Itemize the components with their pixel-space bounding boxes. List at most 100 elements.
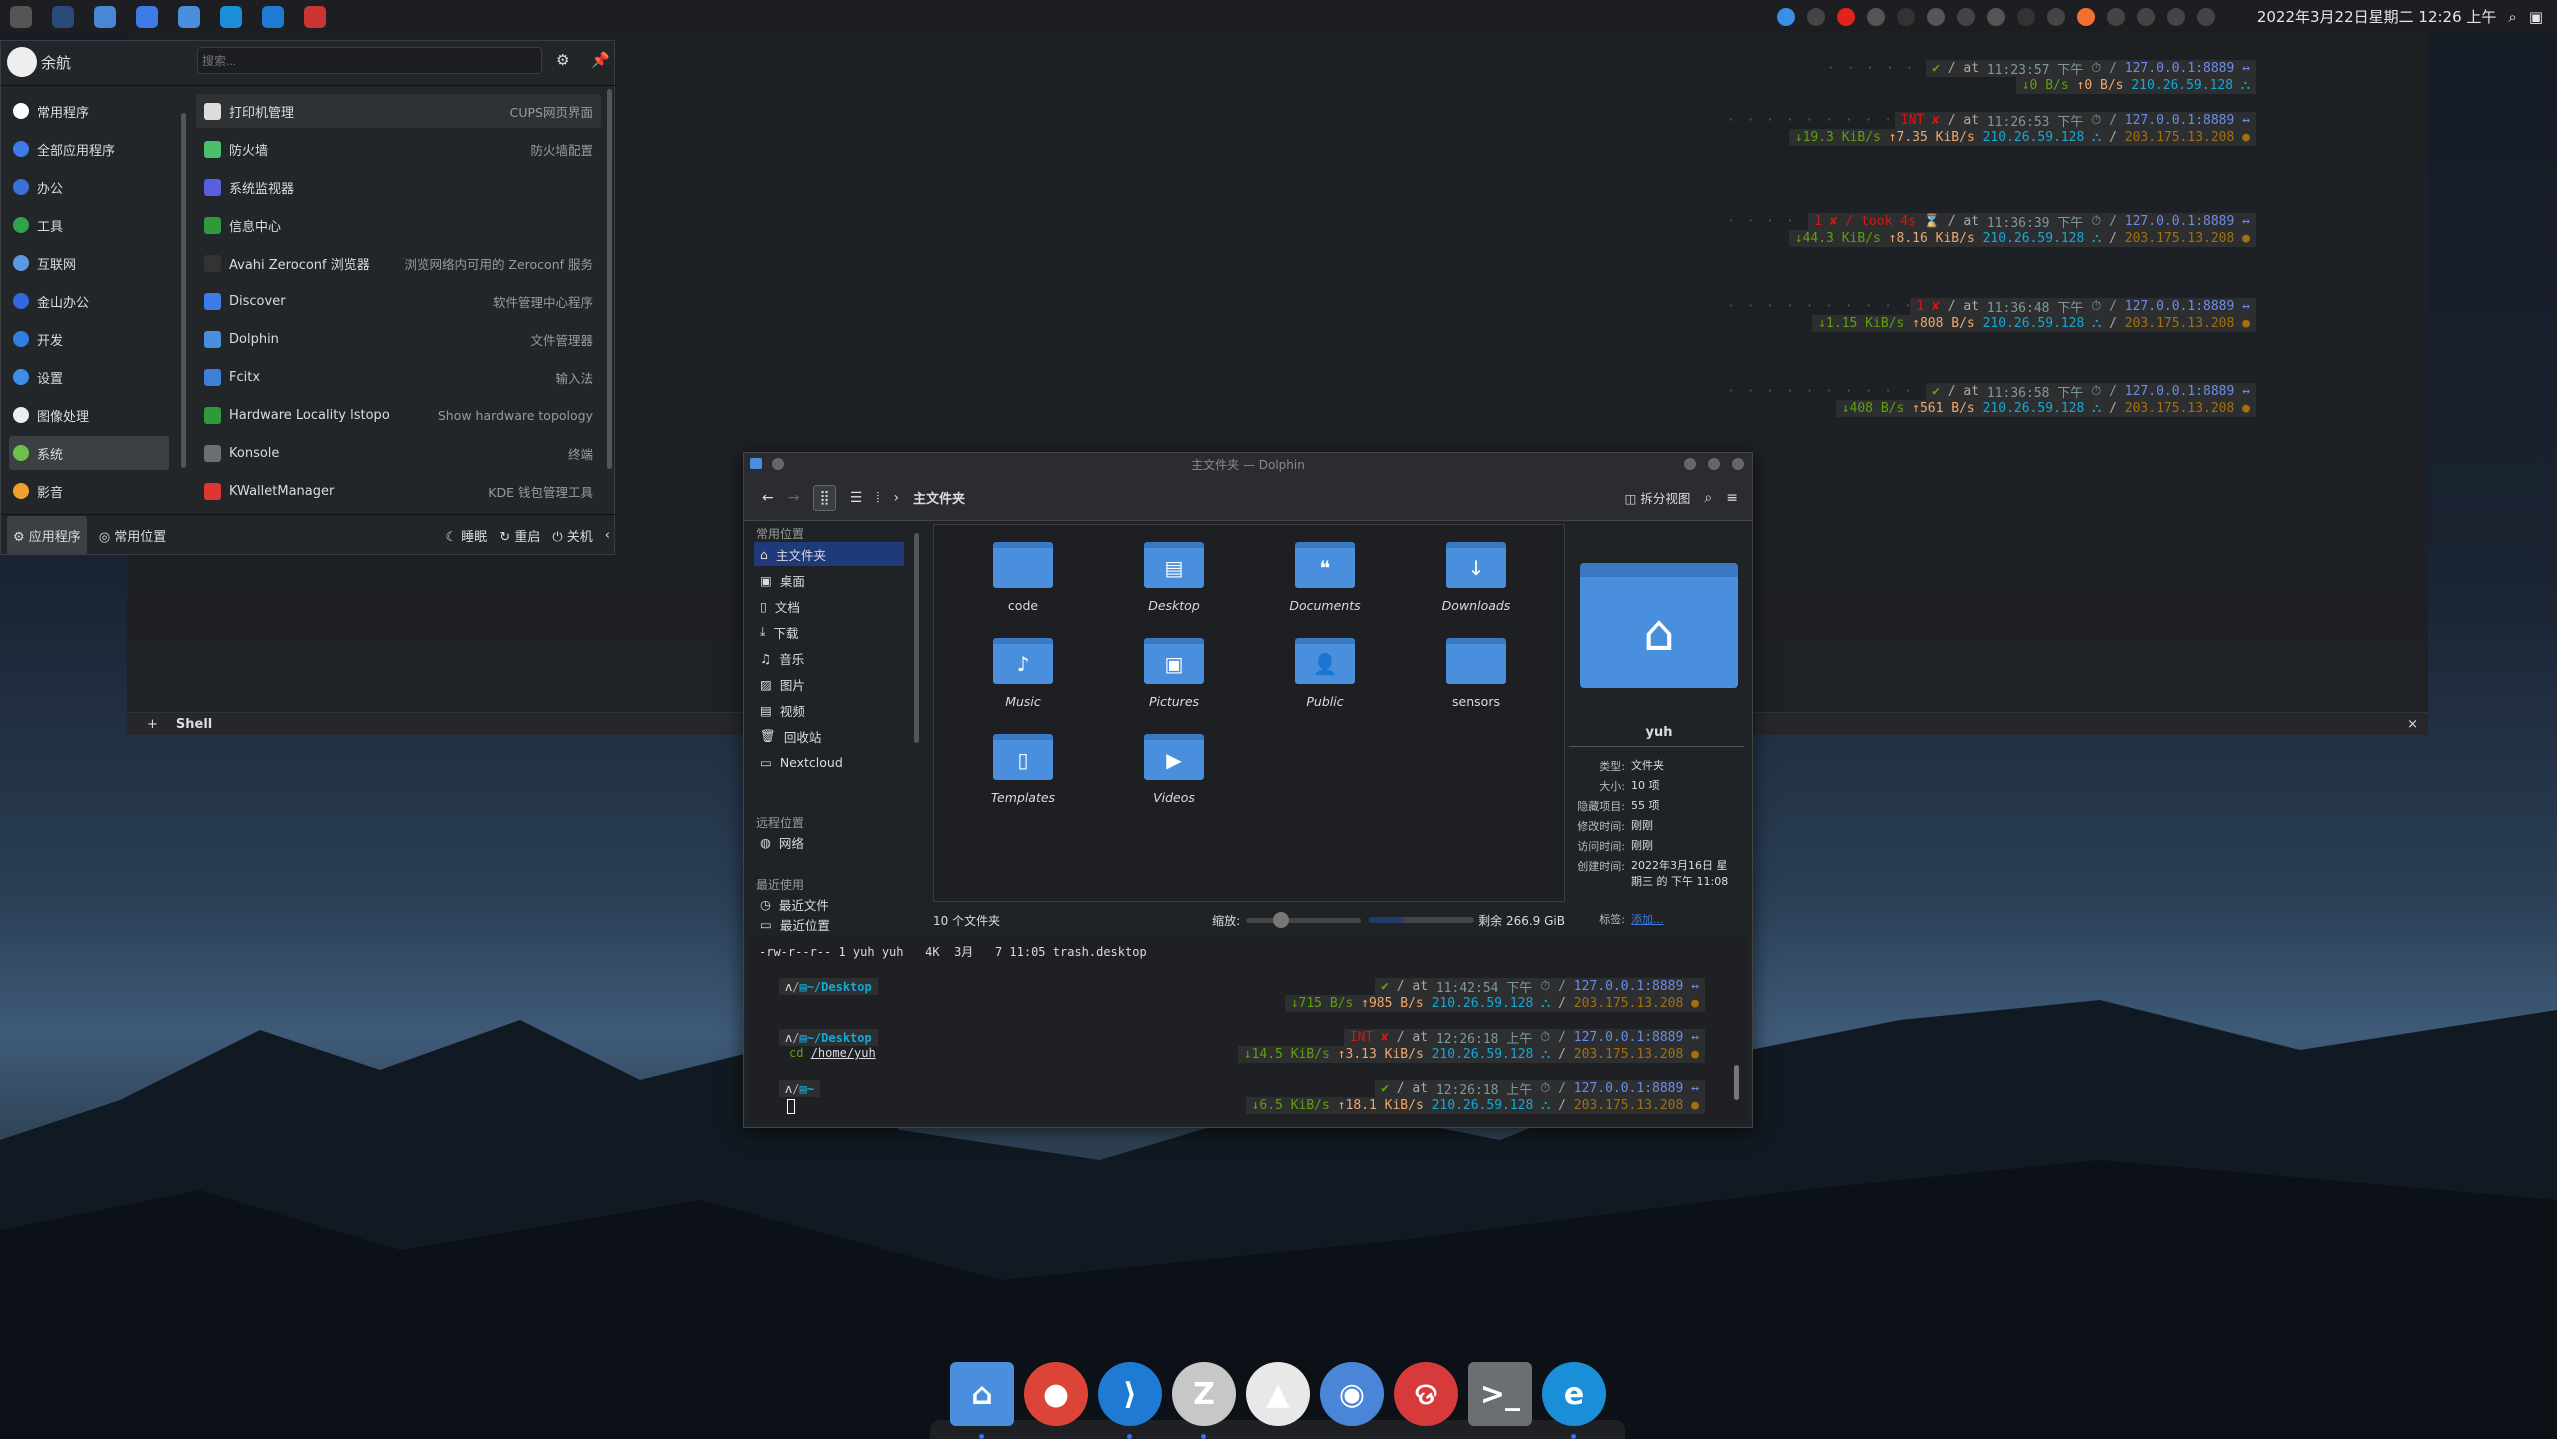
sidebar-scrollbar[interactable] bbox=[914, 533, 919, 743]
category-item[interactable]: 全部应用程序 bbox=[9, 132, 169, 166]
dock-chrome-icon[interactable]: ● bbox=[1024, 1362, 1088, 1426]
folder-item[interactable]: code bbox=[963, 542, 1083, 613]
pin-icon[interactable]: 📌 bbox=[591, 51, 610, 69]
dock-toggle-icon[interactable]: ◉ bbox=[1320, 1362, 1384, 1426]
close-button[interactable] bbox=[1732, 458, 1744, 470]
search-button[interactable]: ⌕ bbox=[1704, 490, 1712, 506]
dock-netease-music-icon[interactable]: ଡ bbox=[1394, 1362, 1458, 1426]
folder-item[interactable]: ▯ Templates bbox=[963, 734, 1083, 805]
category-item[interactable]: 影音 bbox=[9, 474, 169, 508]
netease-music-icon[interactable] bbox=[1836, 7, 1855, 26]
edge-icon[interactable] bbox=[220, 5, 242, 28]
pause-icon[interactable] bbox=[1806, 7, 1825, 26]
sidebar-item[interactable]: ▭ Nextcloud bbox=[754, 750, 904, 774]
folder-item[interactable]: ❝ Documents bbox=[1265, 542, 1385, 613]
leave-icon[interactable]: ‹ bbox=[605, 528, 610, 543]
dock-edge-icon[interactable]: e bbox=[1542, 1362, 1606, 1426]
category-item[interactable]: 设置 bbox=[9, 360, 169, 394]
code-icon[interactable] bbox=[2136, 7, 2155, 26]
terminal-icon[interactable] bbox=[2016, 7, 2035, 26]
discover-icon[interactable] bbox=[136, 5, 158, 28]
dock-zotero-icon[interactable]: Z bbox=[1172, 1362, 1236, 1426]
sidebar-item[interactable]: ⤓ 下载 bbox=[754, 620, 904, 644]
split-view-button[interactable]: ◫ 拆分视图 bbox=[1625, 488, 1691, 507]
forward-button[interactable]: → bbox=[788, 490, 800, 506]
settings-icon[interactable]: ⚙ bbox=[556, 51, 569, 69]
app-item[interactable]: 防火墙 防火墙配置 bbox=[196, 132, 601, 166]
sidebar-item[interactable]: 🗑 回收站 bbox=[754, 724, 904, 748]
app-item[interactable]: 信息中心 bbox=[196, 208, 601, 242]
breadcrumb[interactable]: 主文件夹 bbox=[913, 488, 965, 507]
app-item[interactable]: Konsole 终端 bbox=[196, 436, 601, 470]
file-view[interactable]: code ▤ Desktop ❝ Documents ↓ Downloads ♪ Music ▣ P… bbox=[933, 524, 1565, 902]
s-app-icon[interactable] bbox=[2076, 7, 2095, 26]
sidebar-item[interactable]: ▭ 最近位置 bbox=[754, 912, 904, 933]
terminal-scrollbar[interactable] bbox=[1734, 1065, 1739, 1100]
dock-matlab-icon[interactable]: ▲ bbox=[1246, 1362, 1310, 1426]
apple-icon[interactable] bbox=[10, 5, 32, 28]
category-item[interactable]: 办公 bbox=[9, 170, 169, 204]
app-scrollbar[interactable] bbox=[607, 89, 612, 469]
new-tab-button[interactable]: + bbox=[147, 717, 158, 732]
app-item[interactable]: Discover 软件管理中心程序 bbox=[196, 284, 601, 318]
zotero-icon[interactable] bbox=[304, 5, 326, 28]
back-button[interactable]: ← bbox=[762, 490, 774, 506]
category-item[interactable]: 常用程序 bbox=[9, 94, 169, 128]
clock[interactable]: 2022年3月22日星期二 12:26 上午 bbox=[2257, 6, 2497, 27]
show-desktop-icon[interactable]: ▣ bbox=[2529, 8, 2543, 26]
minimize-button[interactable] bbox=[1684, 458, 1696, 470]
folder-item[interactable]: ▶ Videos bbox=[1114, 734, 1234, 805]
category-scrollbar[interactable] bbox=[181, 113, 186, 468]
tab-places[interactable]: ◎ 常用位置 bbox=[99, 526, 167, 545]
workspace-icon[interactable] bbox=[52, 5, 74, 28]
search-icon[interactable]: ⌕ bbox=[2508, 8, 2516, 26]
check-icon[interactable] bbox=[1926, 7, 1945, 26]
dolphin-icon[interactable] bbox=[178, 5, 200, 28]
tab-shell[interactable]: Shell bbox=[176, 717, 212, 732]
screen-icon[interactable] bbox=[2106, 7, 2125, 26]
app-item[interactable]: Hardware Locality lstopo Show hardware to… bbox=[196, 398, 601, 432]
sidebar-item[interactable]: ◍ 网络 bbox=[754, 830, 904, 854]
sleep-button[interactable]: ☾ 睡眠 bbox=[446, 526, 488, 545]
app-item[interactable]: Fcitx 输入法 bbox=[196, 360, 601, 394]
restart-button[interactable]: ↻ 重启 bbox=[499, 526, 540, 545]
category-item[interactable]: 系统 bbox=[9, 436, 169, 470]
sidebar-item[interactable]: ▯ 文档 bbox=[754, 594, 904, 618]
add-tag-link[interactable]: 添加... bbox=[1631, 911, 1664, 927]
sidebar-item[interactable]: ▣ 桌面 bbox=[754, 568, 904, 592]
details-view-button[interactable]: ☰ bbox=[850, 490, 863, 506]
flame-icon[interactable] bbox=[1866, 7, 1885, 26]
d-icon[interactable] bbox=[1896, 7, 1915, 26]
clipboard-icon[interactable] bbox=[2046, 7, 2065, 26]
maximize-button[interactable] bbox=[1708, 458, 1720, 470]
category-item[interactable]: 互联网 bbox=[9, 246, 169, 280]
search-input[interactable] bbox=[197, 47, 542, 74]
volume-icon[interactable] bbox=[2166, 7, 2185, 26]
avatar[interactable] bbox=[7, 47, 37, 77]
hamburger-menu-button[interactable]: ≡ bbox=[1726, 490, 1738, 506]
vscode-icon[interactable] bbox=[262, 5, 284, 28]
folder-item[interactable]: ♪ Music bbox=[963, 638, 1083, 709]
folder-item[interactable]: ▤ Desktop bbox=[1114, 542, 1234, 613]
dock-terminal-icon[interactable]: >_ bbox=[1468, 1362, 1532, 1426]
folder-item[interactable]: sensors bbox=[1416, 638, 1536, 709]
category-item[interactable]: 图像处理 bbox=[9, 398, 169, 432]
tab-applications[interactable]: ⚙ 应用程序 bbox=[7, 516, 87, 555]
dock-vscode-icon[interactable]: ⟩ bbox=[1098, 1362, 1162, 1426]
category-item[interactable]: 金山办公 bbox=[9, 284, 169, 318]
category-item[interactable]: 开发 bbox=[9, 322, 169, 356]
sidebar-item[interactable]: ♫ 音乐 bbox=[754, 646, 904, 670]
compact-view-button[interactable]: ⦙ bbox=[876, 490, 879, 506]
network-icon[interactable] bbox=[1956, 7, 1975, 26]
sidebar-item[interactable]: ▤ 视频 bbox=[754, 698, 904, 722]
info-icon[interactable] bbox=[1776, 7, 1795, 26]
app-item[interactable]: Avahi Zeroconf 浏览器 浏览网络内可用的 Zeroconf 服务 bbox=[196, 246, 601, 280]
folder-item[interactable]: ↓ Downloads bbox=[1416, 542, 1536, 613]
icons-view-button[interactable]: ⣿ bbox=[813, 484, 836, 511]
embedded-terminal[interactable]: -rw-r--r-- 1 yuh yuh 4K 3月 7 11:05 trash… bbox=[749, 935, 1747, 1123]
pin-window-button[interactable] bbox=[772, 458, 784, 470]
toggle-app-icon[interactable] bbox=[94, 5, 116, 28]
close-tab-icon[interactable]: × bbox=[2407, 717, 2418, 732]
app-item[interactable]: KWalletManager KDE 钱包管理工具 bbox=[196, 474, 601, 508]
sidebar-item[interactable]: ▨ 图片 bbox=[754, 672, 904, 696]
